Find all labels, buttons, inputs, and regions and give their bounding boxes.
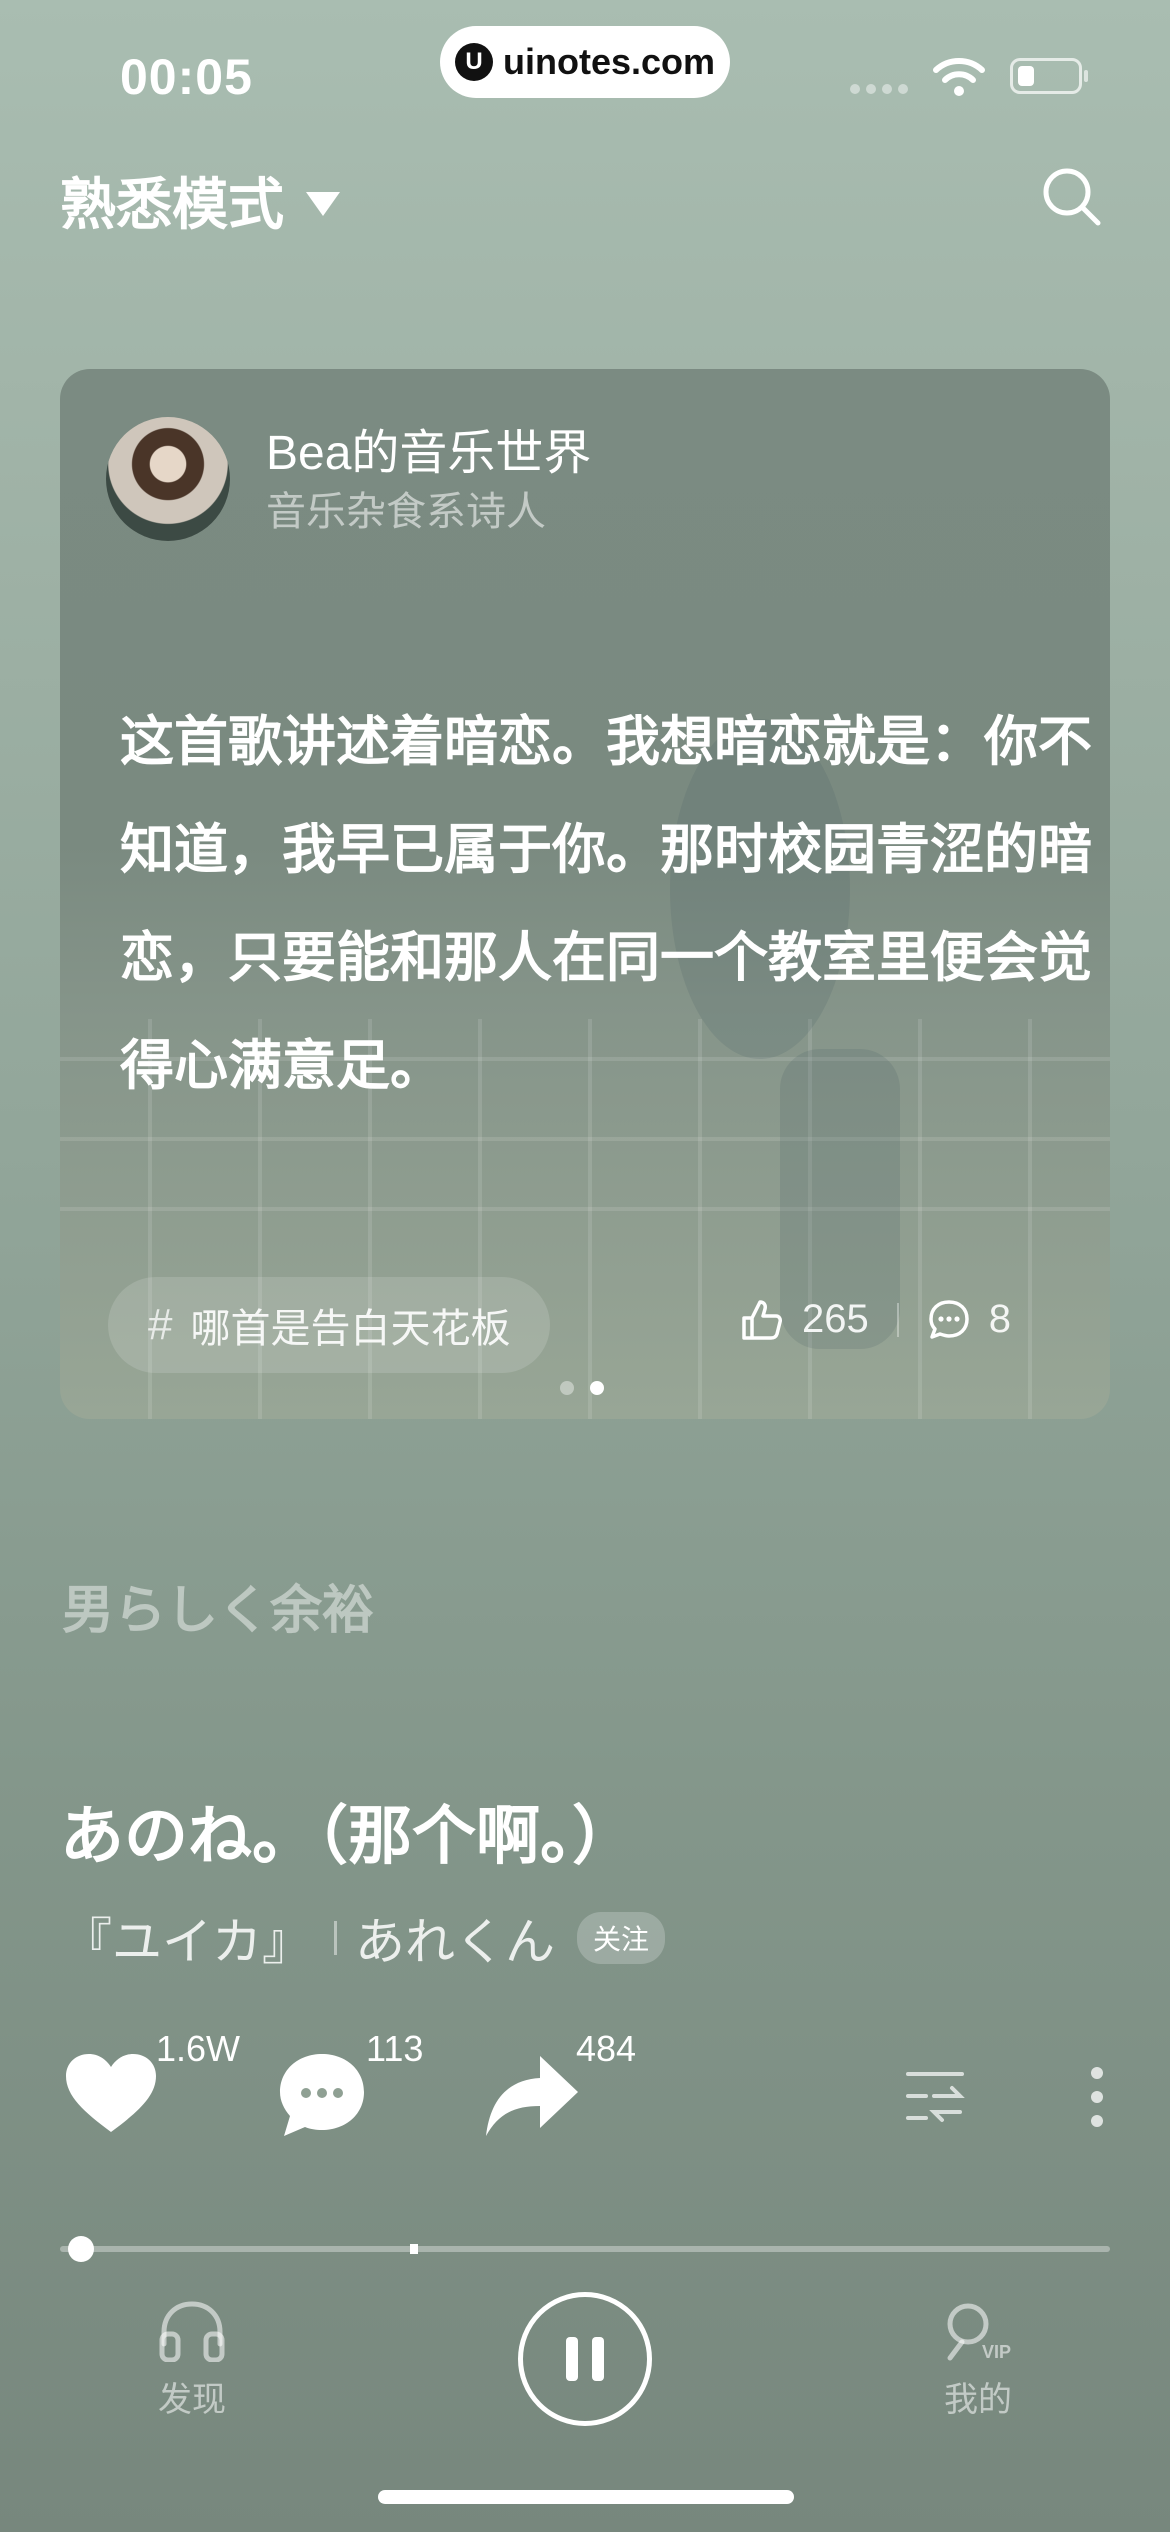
author-name[interactable]: Bea的音乐世界: [266, 413, 591, 483]
stats-divider: [896, 1302, 899, 1337]
author-subtitle: 音乐杂食系诗人: [266, 490, 546, 534]
vip-badge: VIP: [982, 2342, 1011, 2362]
author-avatar[interactable]: [106, 417, 230, 541]
pause-icon-bar-right: [592, 2337, 604, 2381]
lyric-line[interactable]: 男らしく余裕: [62, 1568, 374, 1643]
pause-button[interactable]: [518, 2292, 652, 2426]
pause-icon-bar-left: [566, 2337, 578, 2381]
watermark-badge: U uinotes.com: [440, 26, 730, 98]
thumbs-up-icon[interactable]: [740, 1298, 784, 1342]
heart-icon[interactable]: [64, 2052, 158, 2136]
signal-icon: [850, 84, 908, 94]
progress-marker: [410, 2244, 418, 2254]
page-dot-active[interactable]: [590, 1381, 604, 1395]
comment-text: 这首歌讲述着暗恋。我想暗恋就是：你不知道，我早已属于你。那时校园青涩的暗恋，只要…: [120, 709, 1092, 1097]
more-icon[interactable]: [1090, 2066, 1104, 2128]
watermark-logo-icon: U: [454, 43, 493, 81]
page-dot[interactable]: [560, 1381, 574, 1395]
artist-name[interactable]: あれくん: [355, 1902, 555, 1974]
meta-separator: [334, 1921, 337, 1955]
topic-tag[interactable]: # 哪首是告白天花板: [108, 1277, 551, 1373]
mode-label: 熟悉模式: [60, 173, 284, 236]
headphones-icon: [159, 2301, 225, 2362]
search-icon[interactable]: [1040, 165, 1104, 229]
comment-bubble-icon[interactable]: [927, 1298, 971, 1342]
tab-mine[interactable]: VIP 我的: [940, 2300, 1016, 2421]
like-total: 1.6W: [156, 2028, 241, 2069]
tab-mine-label: 我的: [944, 2381, 1012, 2419]
playlist-repeat-icon[interactable]: [904, 2068, 966, 2124]
share-total: 484: [576, 2028, 637, 2069]
comment-icon[interactable]: [278, 2052, 366, 2138]
topic-tag-label: 哪首是告白天花板: [190, 1307, 511, 1351]
comment-count: 8: [988, 1297, 1011, 1341]
chevron-down-icon: [306, 191, 340, 216]
watermark-text: uinotes.com: [502, 41, 716, 82]
status-time: 00:05: [120, 49, 253, 105]
comment-total: 113: [366, 2028, 424, 2069]
card-stats: 265 8: [740, 1297, 1011, 1342]
song-title[interactable]: あのね。（那个啊。）: [60, 1785, 636, 1877]
hashtag-icon: #: [148, 1300, 173, 1349]
mode-selector[interactable]: 熟悉模式: [60, 160, 340, 241]
song-meta: 『ユイカ』 あれくん 关注: [62, 1902, 666, 1974]
share-icon[interactable]: [484, 2052, 580, 2138]
like-count: 265: [802, 1297, 869, 1341]
tab-discover-label: 发现: [158, 2381, 226, 2419]
wifi-icon: [933, 58, 985, 96]
progress-track[interactable]: [60, 2246, 1110, 2252]
follow-button[interactable]: 关注: [577, 1912, 666, 1964]
album-name[interactable]: 『ユイカ』: [62, 1902, 312, 1974]
battery-icon: [1010, 58, 1088, 94]
profile-vip-icon: VIP: [947, 2303, 1011, 2362]
card-pagination: [560, 1381, 604, 1395]
comment-card[interactable]: Bea的音乐世界 音乐杂食系诗人 这首歌讲述着暗恋。我想暗恋就是：你不知道，我早…: [60, 369, 1110, 1419]
tab-discover[interactable]: 发现: [158, 2300, 226, 2421]
home-indicator[interactable]: [378, 2490, 794, 2504]
progress-handle[interactable]: [68, 2236, 94, 2262]
